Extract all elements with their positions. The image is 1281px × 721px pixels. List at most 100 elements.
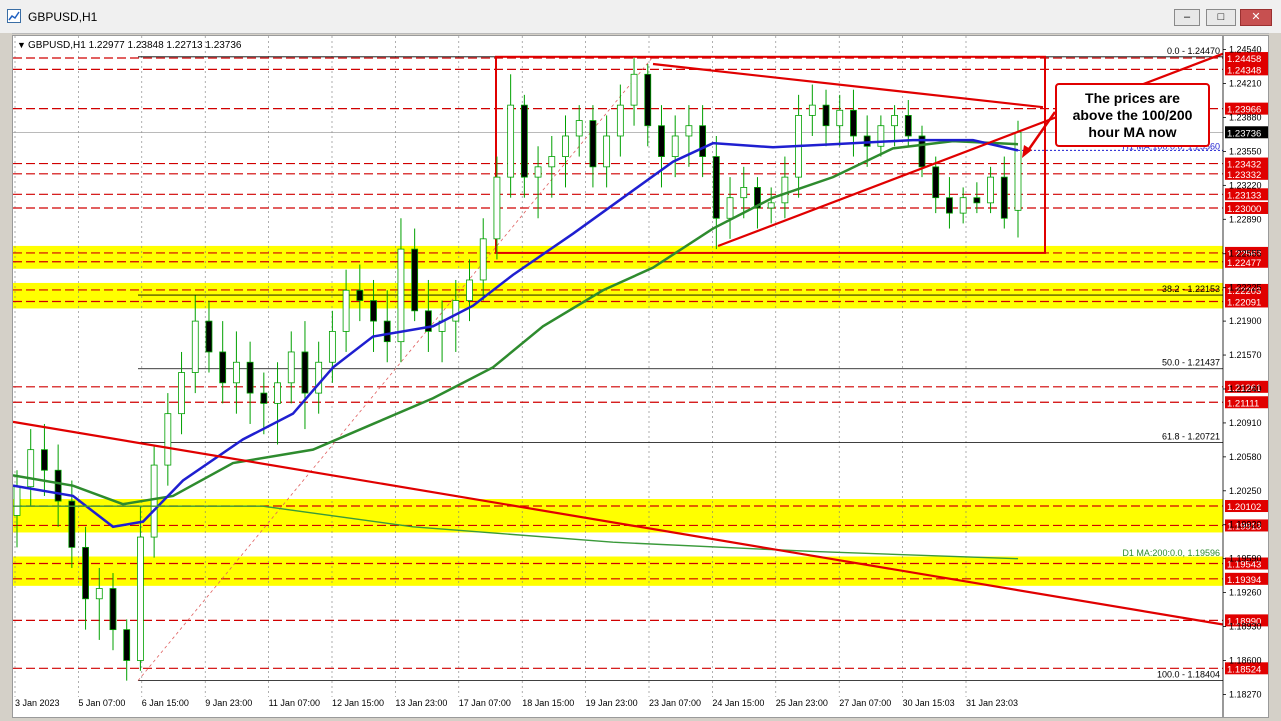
y-tick-label: 1.22225 [1229,283,1262,293]
right-frame [1269,33,1281,721]
candle-bull [397,248,405,343]
candle-bull [987,176,994,204]
x-tick-label: 3 Jan 2023 [15,698,60,708]
candle-bull [877,125,885,147]
price-level-label: 1.18524 [1227,664,1261,675]
x-tick-label: 31 Jan 23:03 [966,698,1018,708]
x-tick-label: 11 Jan 07:00 [269,698,320,708]
fib-label: 100.0 - 1.18404 [1157,670,1220,680]
candle-bull [575,120,583,137]
x-tick-label: 19 Jan 23:00 [586,698,638,708]
minimize-button[interactable]: – [1174,9,1200,26]
candle-bull [507,104,515,178]
x-tick-label: 12 Jan 15:00 [332,698,384,708]
candle-bull [630,73,638,106]
y-tick-label: 1.21240 [1229,384,1262,394]
candle-bear [589,120,597,168]
candle-bear [383,320,391,343]
candle-bull [603,135,611,168]
fib-label: 38.2 - 1.22153 [1162,284,1220,294]
candle-bear [246,361,254,394]
fib-label: 50.0 - 1.21437 [1162,358,1220,368]
candle-bull [726,197,734,219]
price-level-label: 1.20102 [1227,502,1261,513]
x-tick-label: 23 Jan 07:00 [649,698,701,708]
candle-bear [68,500,76,548]
x-tick-label: 24 Jan 15:00 [712,698,764,708]
fib-label: 61.8 - 1.20721 [1162,431,1220,441]
y-tick-label: 1.19590 [1229,554,1262,564]
candle-bear [301,351,309,394]
price-level-label: 1.22477 [1227,258,1261,269]
y-tick-label: 1.20250 [1229,486,1262,496]
candle-bull [274,382,281,404]
candle-bull [150,464,158,538]
x-tick-label: 17 Jan 07:00 [459,698,511,708]
candle-bull [534,166,542,178]
candle-bear [973,197,981,204]
support-zone-0 [13,245,1223,269]
x-tick-label: 6 Jan 15:00 [142,698,189,708]
price-level-label: 1.23332 [1227,170,1261,181]
y-tick-label: 1.21570 [1229,350,1262,360]
y-tick-label: 1.23550 [1229,146,1262,156]
candle-bull [671,135,679,157]
candle-bear [712,156,720,219]
candle-bear [260,392,268,404]
y-tick-label: 1.18600 [1229,655,1262,665]
candle-bear [1000,176,1008,219]
window-titlebar: GBPUSD,H1 – □ ✕ [0,0,1281,34]
candle-bear [123,629,131,661]
candle-bear [41,449,48,471]
candle-bear [411,248,419,312]
y-tick-label: 1.20910 [1229,418,1262,428]
candle-bull [616,104,624,137]
h1-ma200-line [13,139,1019,506]
close-button[interactable]: ✕ [1240,9,1272,26]
candle-bear [54,469,62,502]
maximize-button[interactable]: □ [1206,9,1236,26]
y-tick-label: 1.18270 [1229,689,1262,699]
candle-bull [287,351,295,384]
candle-bull [27,449,35,488]
x-tick-label: 13 Jan 23:00 [395,698,447,708]
candle-bull [808,104,816,116]
candle-bull [13,486,21,516]
candle-bull [178,372,185,415]
candle-bull [493,176,501,240]
fib-label: 0.0 - 1.24470 [1167,46,1220,56]
candle-bear [205,320,213,353]
consolidation-box [495,55,1046,254]
candle-bull [164,413,172,466]
candle-bull [232,361,240,384]
y-tick-label: 1.19260 [1229,588,1262,598]
candle-bull [740,187,748,199]
candle-bull [328,330,336,363]
y-tick-label: 1.24540 [1229,45,1262,55]
candle-bull [685,125,693,137]
candle-bull [891,115,898,127]
y-tick-label: 1.19920 [1229,520,1262,530]
support-zone-2 [13,499,1223,533]
annotation-callout: The prices are above the 100/200 hour MA… [1055,83,1210,147]
x-tick-label: 5 Jan 07:00 [78,698,125,708]
price-level-label: 1.23133 [1227,190,1261,201]
callout-line-2: above the 100/200 [1072,107,1193,123]
candle-bull [548,156,556,168]
chart-header-info: GBPUSD,H1 1.22977 1.23848 1.22713 1.2373… [28,40,242,51]
candle-bull [836,109,844,127]
price-level-label: 1.21111 [1227,398,1259,409]
candle-bull [95,588,103,600]
candle-bull [137,536,144,661]
d1-ma200-label: D1 MA:200:0.0, 1.19596 [1122,548,1220,558]
x-tick-label: 30 Jan 15:03 [903,698,955,708]
y-tick-label: 1.21900 [1229,316,1262,326]
candle-bear [658,125,665,157]
candle-bull [562,135,569,157]
candle-bull [452,300,460,322]
chart-header-arrow[interactable]: ▼ [17,40,26,50]
price-level-label: 1.24348 [1227,65,1261,76]
candle-bear [932,166,940,199]
candle-bear [219,351,227,384]
x-tick-label: 18 Jan 15:00 [522,698,574,708]
